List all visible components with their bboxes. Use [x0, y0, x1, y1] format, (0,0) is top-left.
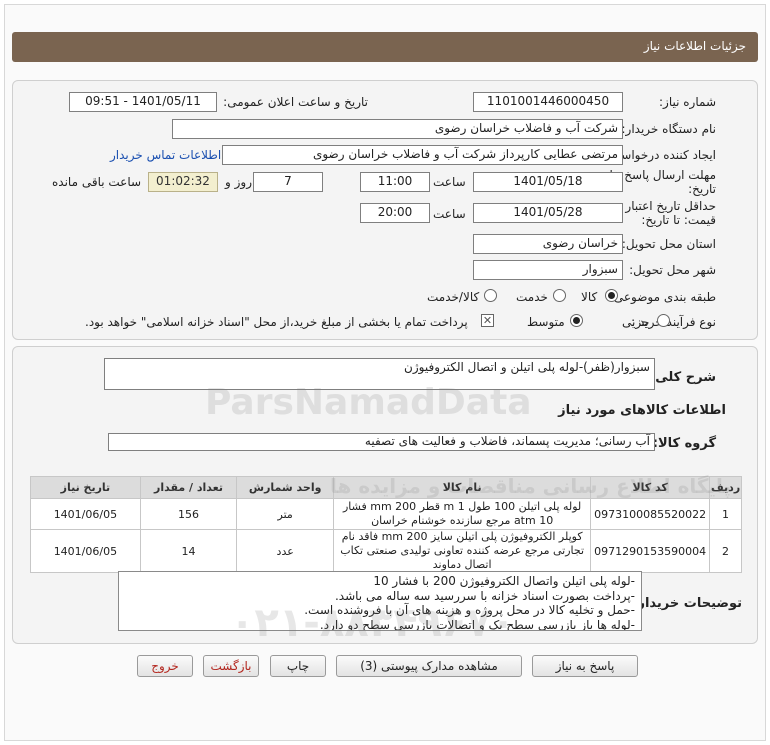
- remaining-time-field: 01:02:32: [148, 172, 218, 192]
- row-name: کوپلر الکتروفیوژن پلی اتیلن سایز 200 mm …: [333, 529, 592, 573]
- row-index: 2: [709, 529, 742, 573]
- process-option-partial: جزیی: [622, 315, 650, 329]
- creator-field: مرتضی عطایی کارپرداز شرکت آب و فاضلاب خر…: [222, 145, 623, 165]
- goods-section-title: اطلاعات کالاهای مورد نیاز: [558, 403, 726, 418]
- category-radio-service[interactable]: [553, 289, 566, 302]
- category-option-goods: کالا: [581, 290, 598, 304]
- validity-time-field: 20:00: [360, 203, 430, 223]
- validity-date-field: 1401/05/28: [473, 203, 623, 223]
- notes-line: -پرداخت بصورت اسناد خزانه با سررسید سه س…: [334, 588, 635, 603]
- remaining-label: ساعت باقی مانده: [52, 175, 142, 189]
- process-radio-partial[interactable]: [657, 314, 670, 327]
- row-qty: 14: [139, 529, 238, 573]
- announce-label: تاریخ و ساعت اعلان عمومی:: [223, 95, 368, 109]
- row-date: 1401/06/05: [30, 529, 141, 573]
- page-title: جزئیات اطلاعات نیاز: [643, 39, 746, 53]
- exit-button[interactable]: خروج: [137, 655, 193, 677]
- payment-checkbox[interactable]: ✕: [481, 314, 494, 327]
- row-code: 0971290153590004: [590, 529, 711, 573]
- category-option-service: خدمت: [516, 290, 548, 304]
- goods-group-label: گروه کالا:: [652, 436, 716, 451]
- col-name-header: نام کالا: [333, 476, 592, 499]
- col-date-header: تاریخ نیاز: [30, 476, 141, 499]
- attachments-button[interactable]: مشاهده مدارک پیوستی (3): [336, 655, 522, 677]
- table-header-row: ردیف کد کالا نام کالا واحد شمارش تعداد /…: [30, 476, 742, 499]
- city-label: شهر محل تحویل:: [629, 263, 716, 277]
- goods-group-field: آب رسانی؛ مدیریت پسماند، فاضلاب و فعالیت…: [108, 433, 655, 451]
- notes-line: -لوله ها باز بازرسی سطح یک و اتصالات باز…: [319, 617, 635, 631]
- validity-time-label: ساعت: [433, 207, 466, 221]
- validity-label-2: قیمت: تا تاریخ:: [641, 213, 716, 227]
- province-field: خراسان رضوی: [473, 234, 623, 254]
- buyer-org-label: نام دستگاه خریدار:: [621, 122, 717, 136]
- col-index-header: ردیف: [709, 476, 742, 499]
- notes-line: -حمل و تخلیه کالا در محل پروژه و هزینه ه…: [304, 603, 635, 617]
- days-label: روز و: [225, 175, 252, 189]
- category-label: طبقه بندی موضوعی:: [609, 290, 716, 304]
- row-code: 0973100085520022: [590, 498, 711, 530]
- reply-button[interactable]: پاسخ به نیاز: [532, 655, 638, 677]
- notes-box: -لوله پلی اتیلن واتصال الکتروفیوژن 200 ب…: [118, 571, 642, 631]
- row-unit: عدد: [236, 529, 335, 573]
- days-field: 7: [253, 172, 323, 192]
- col-code-header: کد کالا: [590, 476, 711, 499]
- process-option-medium: متوسط: [527, 315, 565, 329]
- row-unit: متر: [236, 498, 335, 530]
- notes-label: توضیحات خریدار:: [632, 596, 742, 611]
- province-label: استان محل تحویل:: [621, 237, 716, 251]
- deadline-label: مهلت ارسال پاسخ: تا: [609, 168, 716, 182]
- process-radio-medium[interactable]: [570, 314, 583, 327]
- row-qty: 156: [139, 498, 238, 530]
- table-row: 1 0973100085520022 لوله پلی اتیلن 100 طو…: [30, 498, 742, 530]
- need-number-label: شماره نیاز:: [659, 95, 716, 109]
- goods-table: ردیف کد کالا نام کالا واحد شمارش تعداد /…: [30, 476, 742, 573]
- row-name: لوله پلی اتیلن 100 طول 1 m قطر 200 mm فش…: [333, 498, 592, 530]
- category-option-both: کالا/خدمت: [427, 290, 480, 304]
- col-unit-header: واحد شمارش: [236, 476, 335, 499]
- print-button[interactable]: چاپ: [270, 655, 326, 677]
- deadline-date-field: 1401/05/18: [473, 172, 623, 192]
- row-date: 1401/06/05: [30, 498, 141, 530]
- col-qty-header: تعداد / مقدار: [139, 476, 238, 499]
- buyer-org-field: شرکت آب و فاضلاب خراسان رضوی: [172, 119, 623, 139]
- need-number-field: 1101001446000450: [473, 92, 623, 112]
- table-row: 2 0971290153590004 کوپلر الکتروفیوژن پلی…: [30, 529, 742, 573]
- city-field: سبزوار: [473, 260, 623, 280]
- payment-note: پرداخت تمام یا بخشی از مبلغ خرید،از محل …: [85, 315, 468, 329]
- notes-line: -لوله پلی اتیلن واتصال الکتروفیوژن 200 ب…: [373, 574, 635, 588]
- summary-field: سبزوار(ظفر)-لوله پلی اتیلن و اتصال الکتر…: [104, 358, 655, 390]
- category-radio-both[interactable]: [484, 289, 497, 302]
- header-bar: جزئیات اطلاعات نیاز: [12, 32, 758, 62]
- deadline-label-2: تاریخ:: [688, 182, 716, 196]
- deadline-time-label: ساعت: [433, 175, 466, 189]
- validity-label: حداقل تاریخ اعتبار: [625, 199, 716, 213]
- row-index: 1: [709, 498, 742, 530]
- back-button[interactable]: بازگشت: [203, 655, 259, 677]
- announce-field: 1401/05/11 - 09:51: [69, 92, 217, 112]
- deadline-time-field: 11:00: [360, 172, 430, 192]
- buyer-contact-link[interactable]: اطلاعات تماس خریدار: [110, 148, 221, 162]
- category-radio-goods[interactable]: [605, 289, 618, 302]
